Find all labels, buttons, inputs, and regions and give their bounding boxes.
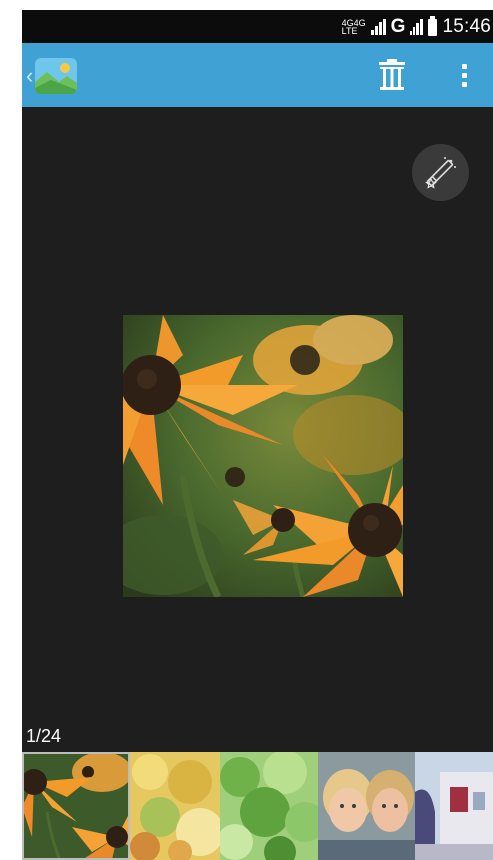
orange-flowers-photo[interactable]	[123, 315, 403, 597]
magic-wand-icon	[425, 157, 456, 189]
battery-icon	[428, 15, 438, 36]
photo-counter: 1/24	[26, 726, 62, 746]
thumbnail-yellow-leaves[interactable]	[130, 752, 220, 860]
phone-screen: 4G4G LTE G 15:46 ‹ 1/24	[22, 10, 493, 860]
carrier-label: G	[390, 16, 406, 37]
gallery-icon	[35, 58, 78, 94]
back-button[interactable]: ‹	[26, 55, 86, 97]
clock: 15:46	[442, 16, 491, 37]
signal-1-icon	[370, 19, 386, 35]
thumbnail-green-leaves[interactable]	[220, 752, 318, 860]
status-bar: 4G4G LTE G 15:46	[22, 10, 493, 43]
magic-wand-button[interactable]	[412, 144, 469, 201]
thumbnail-orange-flowers[interactable]	[22, 752, 130, 860]
overflow-menu-button[interactable]	[454, 59, 474, 91]
thumbnail-two-children[interactable]	[318, 752, 415, 860]
signal-2-icon	[410, 19, 424, 35]
thumbnail-building[interactable]	[415, 752, 493, 860]
filmstrip	[22, 752, 493, 860]
chevron-left-icon: ‹	[26, 63, 34, 88]
overflow-menu-icon	[461, 63, 467, 69]
delete-button[interactable]	[377, 59, 407, 91]
app-bar: ‹	[22, 43, 493, 107]
trash-icon	[379, 59, 405, 90]
network-type: 4G4G LTE	[341, 18, 366, 36]
